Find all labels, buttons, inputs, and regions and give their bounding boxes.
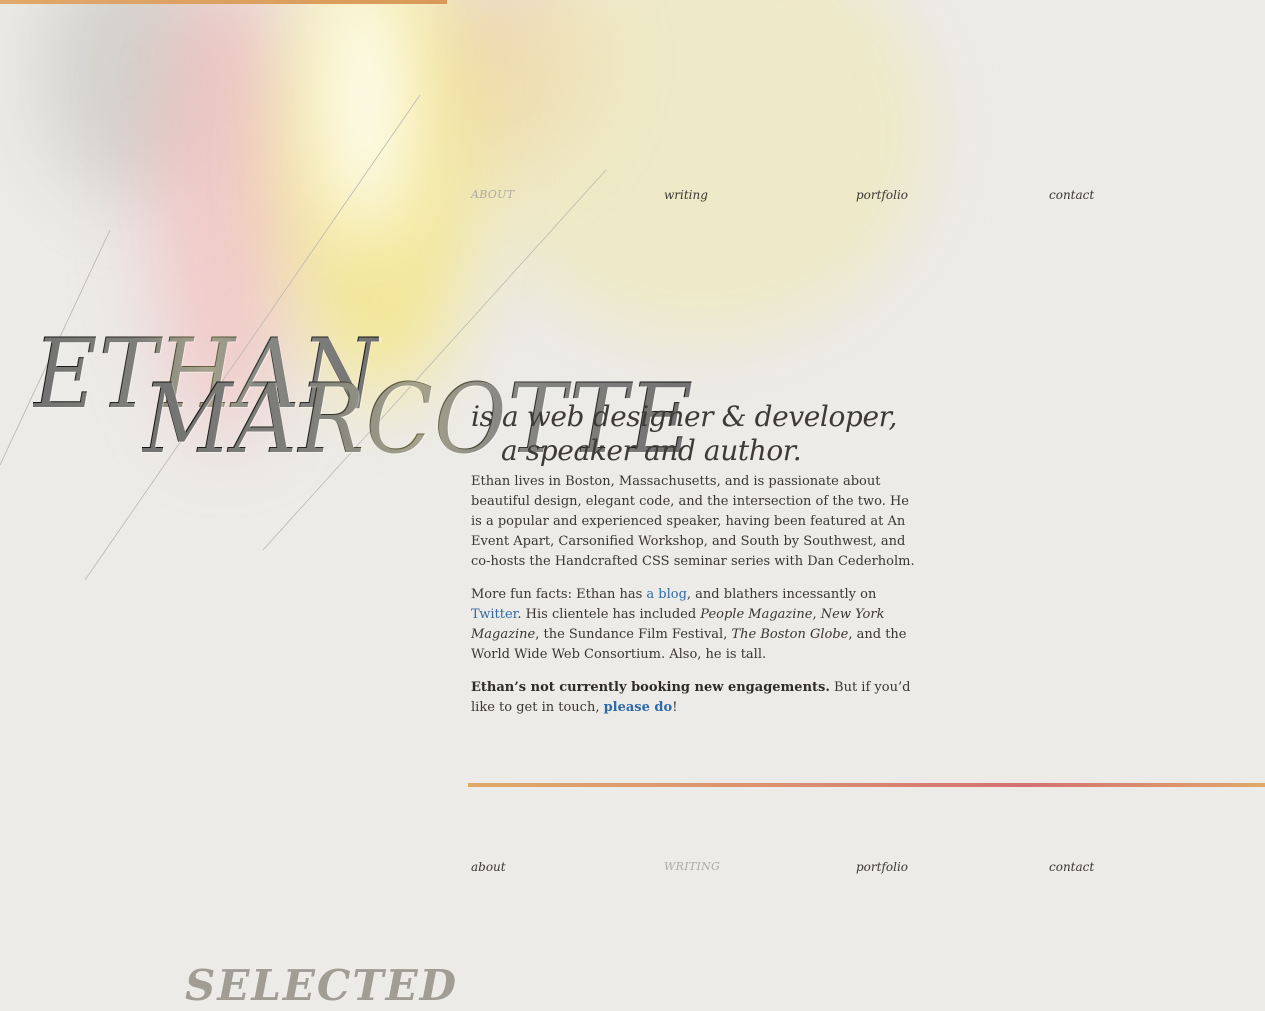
booking-status: Ethan’s not currently booking new engage… [471, 680, 830, 695]
bio-text-fragment: . His clientele has included [517, 607, 701, 622]
tagline-line-1: is a web designer & developer, [471, 400, 898, 433]
blog-link[interactable]: a blog [646, 587, 687, 602]
background-glow [40, 0, 220, 200]
section-divider-rule [468, 783, 1265, 787]
nav-item-about[interactable]: about [471, 860, 506, 874]
bio-text-fragment: , [812, 607, 821, 622]
bio-paragraph-2: More fun facts: Ethan has a blog, and bl… [471, 585, 916, 665]
section-title-selected: SELECTED [185, 960, 459, 1010]
top-accent-rule [0, 0, 447, 4]
background-glow [430, 0, 590, 160]
client-name: The Boston Globe [731, 627, 849, 642]
bio-paragraph-1: Ethan lives in Boston, Massachusetts, an… [471, 474, 915, 569]
background-glow [470, 0, 930, 340]
nav-item-portfolio[interactable]: portfolio [856, 860, 908, 874]
background-glow [320, 0, 410, 240]
bio-text-fragment: , the Sundance Film Festival, [535, 627, 732, 642]
bio-text: Ethan lives in Boston, Massachusetts, an… [471, 472, 916, 731]
nav-item-writing[interactable]: WRITING [664, 860, 720, 873]
client-name: People Magazine [700, 607, 813, 622]
nav-item-portfolio[interactable]: portfolio [856, 188, 908, 202]
bio-text-fragment: More fun facts: Ethan has [471, 587, 647, 602]
bio-text-fragment: ! [672, 700, 678, 715]
bio-text-fragment: , and blathers incessantly on [686, 587, 877, 602]
nav-item-contact[interactable]: contact [1049, 188, 1094, 202]
twitter-link[interactable]: Twitter [471, 607, 517, 622]
section-navigation: about WRITING portfolio contact [471, 860, 1111, 880]
bio-paragraph-3: Ethan’s not currently booking new engage… [471, 678, 916, 718]
contact-link[interactable]: please do [604, 700, 673, 715]
hero-tagline: is a web designer & developer, a speaker… [471, 400, 911, 468]
top-navigation: ABOUT writing portfolio contact [471, 188, 1111, 208]
tagline-line-2: a speaker and author. [501, 434, 802, 467]
nav-item-writing[interactable]: writing [664, 188, 708, 202]
nav-item-contact[interactable]: contact [1049, 860, 1094, 874]
nav-item-about[interactable]: ABOUT [471, 188, 514, 201]
